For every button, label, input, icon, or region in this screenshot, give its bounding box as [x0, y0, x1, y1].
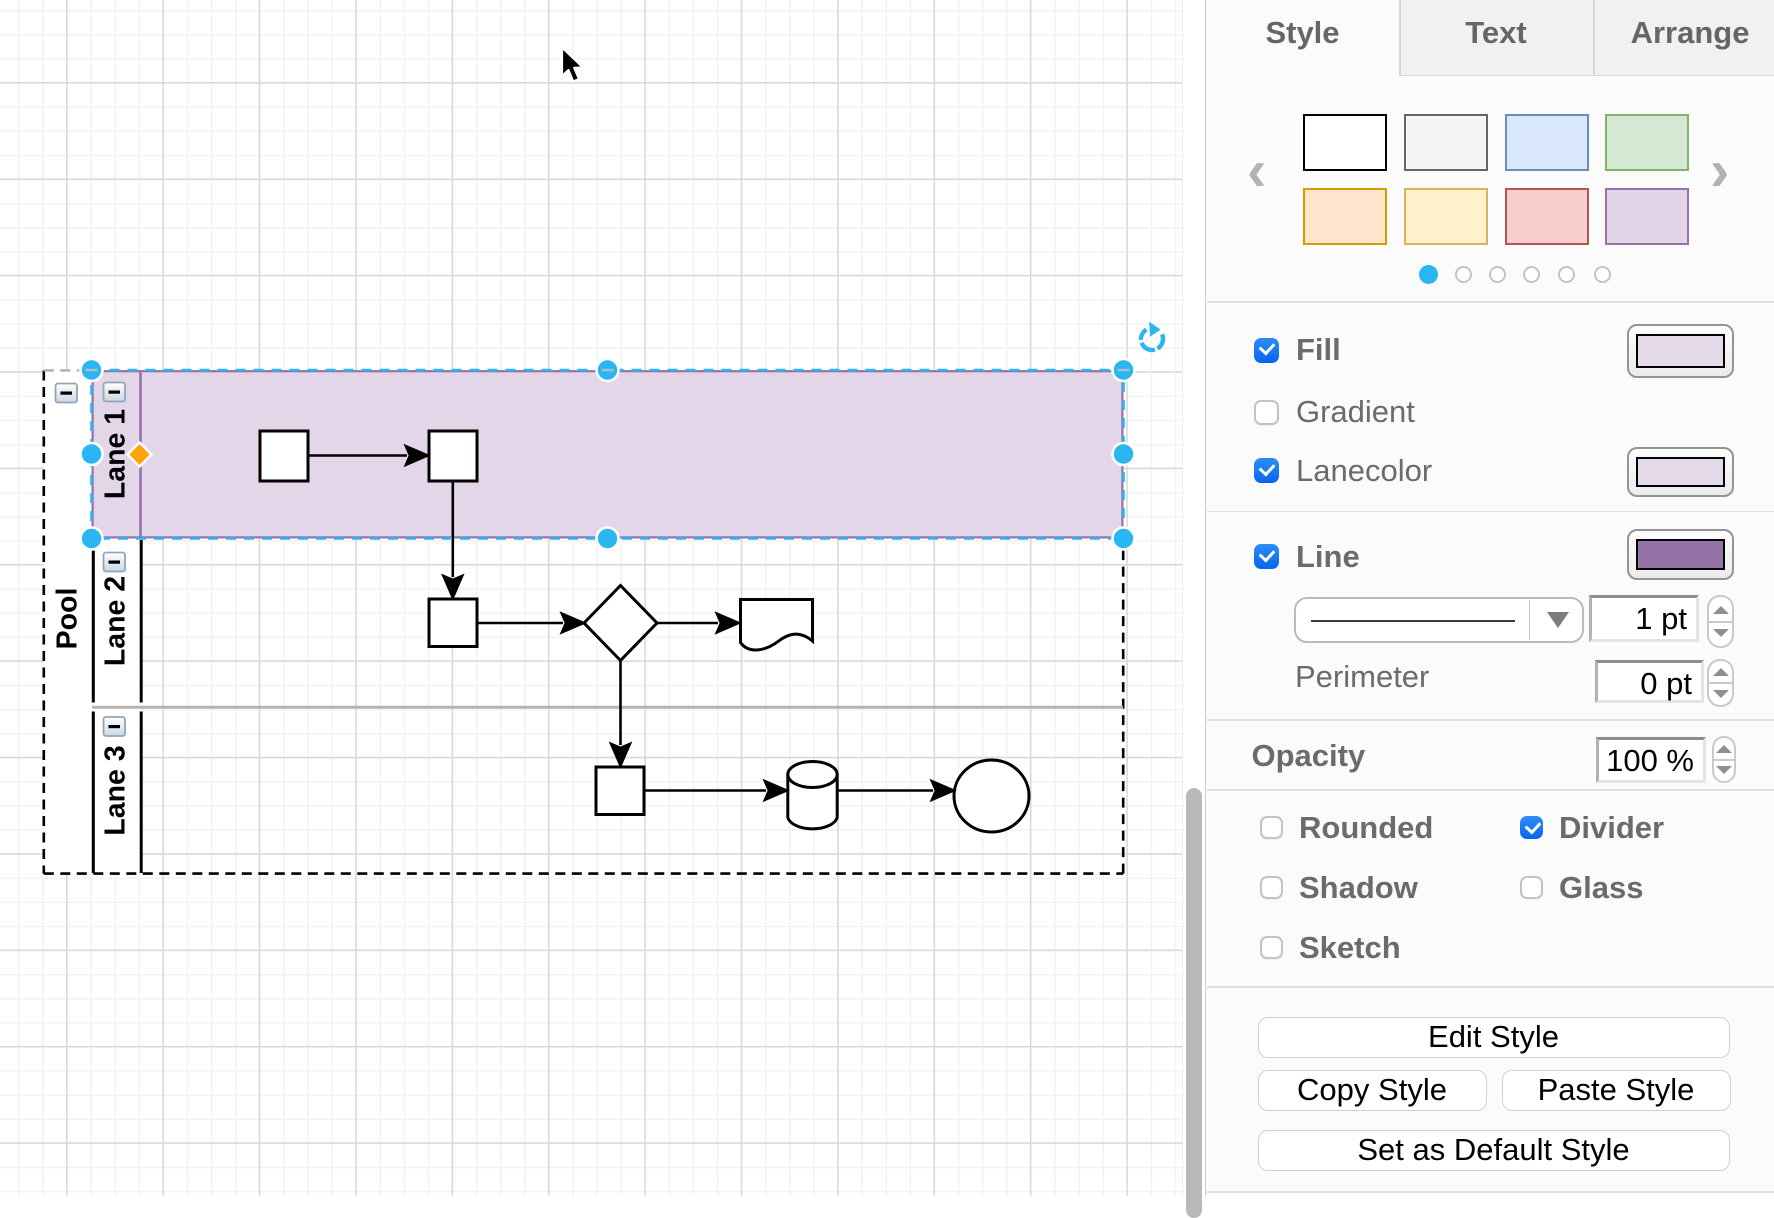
svg-text:Lane 2: Lane 2 [100, 576, 132, 666]
svg-text:Lane 3: Lane 3 [100, 745, 132, 835]
svg-text:Pool: Pool [52, 588, 84, 650]
